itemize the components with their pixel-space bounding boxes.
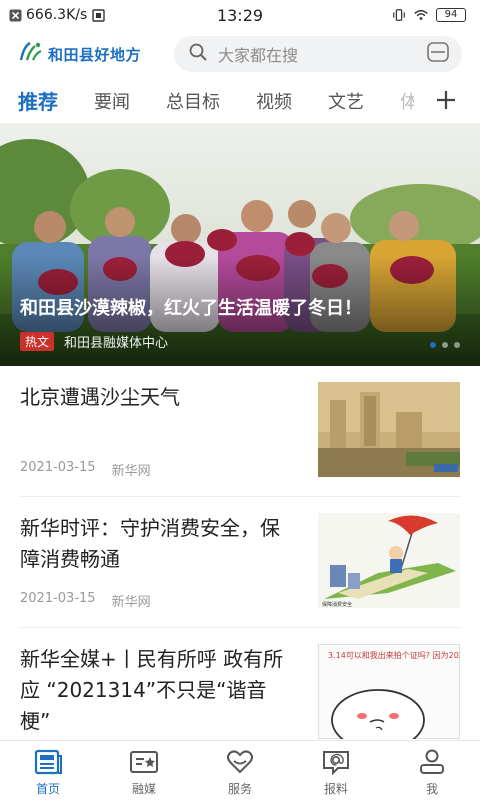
sketch-text: 3.14可以和我出来拍个证吗? 因为2021314 [328, 650, 460, 660]
news-thumbnail [318, 382, 460, 477]
media-card-icon [129, 748, 159, 776]
nav-service-label: 服务 [227, 782, 252, 796]
status-right: 94 [392, 8, 466, 22]
news-item[interactable]: 新华时评：守护消费安全，保障消费畅通 2021-03-15 新华网 保障消费安全 [20, 497, 460, 628]
nav-media[interactable]: 融媒 [96, 741, 192, 800]
sandstorm-photo [318, 382, 460, 477]
search-placeholder: 大家都在搜 [218, 46, 299, 65]
nav-media-label: 融媒 [131, 782, 156, 796]
bottom-nav: 首页 融媒 服务 报料 我 [0, 740, 480, 800]
tab-recommend[interactable]: 推荐 [18, 86, 58, 115]
nav-report-label: 报料 [323, 782, 348, 796]
hero-title: 和田县沙漠辣椒，红火了生活温暖了冬日！ [20, 298, 362, 319]
nav-me-label: 我 [425, 782, 438, 796]
news-title: 新华全媒+丨民有所呼 政有所应 “2021314”不只是“谐音梗” [20, 647, 284, 733]
status-bar: 666.3K/s 13:29 94 [0, 0, 480, 30]
person-icon [417, 748, 447, 776]
hero-meta: 热文 和田县融媒体中心 [20, 332, 168, 351]
app-header: 和田县好地方 大家都在搜 [0, 30, 480, 78]
wifi-icon [414, 8, 428, 22]
nav-home[interactable]: 首页 [0, 741, 96, 800]
news-title: 北京遭遇沙尘天气 [20, 385, 180, 409]
screenshot-icon [91, 8, 105, 22]
carousel-dot-active [430, 342, 436, 348]
news-date: 2021-03-15 [20, 460, 96, 475]
heart-hands-icon [225, 748, 255, 776]
news-source: 新华网 [111, 595, 151, 610]
sketch-cartoon: 3.14可以和我出来拍个证吗? 因为2021314 [318, 644, 460, 739]
status-left: 666.3K/s [8, 7, 105, 23]
hero-banner[interactable]: 和田县沙漠辣椒，红火了生活温暖了冬日！ 热文 和田县融媒体中心 [0, 124, 480, 366]
nav-home-label: 首页 [35, 782, 60, 796]
news-date: 2021-03-15 [20, 591, 96, 606]
search-bar[interactable]: 大家都在搜 [174, 36, 462, 72]
add-tab-icon[interactable] [434, 88, 458, 112]
app-logo[interactable]: 和田县好地方 [18, 40, 170, 68]
newspaper-icon [33, 748, 63, 776]
logo-mark-icon [18, 40, 44, 68]
carousel-dot [454, 342, 460, 348]
news-thumbnail: 保障消费安全 [318, 513, 460, 608]
carousel-dot [442, 342, 448, 348]
news-meta: 2021-03-15 新华网 [20, 591, 151, 610]
network-speed: 666.3K/s [26, 7, 88, 23]
hero-source: 和田县融媒体中心 [64, 336, 169, 351]
news-source: 新华网 [111, 464, 151, 479]
notification-close-icon [8, 8, 22, 22]
news-item[interactable]: 北京遭遇沙尘天气 2021-03-15 新华网 [20, 366, 460, 497]
search-icon [188, 42, 208, 66]
vibrate-icon [392, 8, 406, 22]
nav-service[interactable]: 服务 [192, 741, 288, 800]
tab-general-goal[interactable]: 总目标 [166, 88, 220, 114]
consumer-cartoon: 保障消费安全 [318, 513, 460, 608]
news-thumbnail: 3.14可以和我出来拍个证吗? 因为2021314 [318, 644, 460, 739]
nav-report[interactable]: 报料 [288, 741, 384, 800]
nav-me[interactable]: 我 [384, 741, 480, 800]
at-message-icon [321, 748, 351, 776]
scan-icon[interactable] [426, 41, 450, 67]
cartoon-caption: 保障消费安全 [322, 601, 352, 608]
tab-headlines[interactable]: 要闻 [94, 88, 130, 114]
news-list: 北京遭遇沙尘天气 2021-03-15 新华网 新华时评：守护消费安全，保障消费… [0, 366, 480, 759]
battery-indicator: 94 [436, 8, 466, 22]
news-title: 新华时评：守护消费安全，保障消费畅通 [20, 516, 280, 571]
category-tabs: 推荐 要闻 总目标 视频 文艺 体 [0, 78, 480, 124]
carousel-indicator [430, 342, 460, 348]
tab-sports[interactable]: 体 [400, 88, 414, 114]
tab-arts[interactable]: 文艺 [328, 88, 364, 114]
logo-text: 和田县好地方 [48, 45, 142, 64]
news-meta: 2021-03-15 新华网 [20, 460, 151, 479]
hot-tag-badge: 热文 [20, 332, 55, 351]
tab-video[interactable]: 视频 [256, 88, 292, 114]
